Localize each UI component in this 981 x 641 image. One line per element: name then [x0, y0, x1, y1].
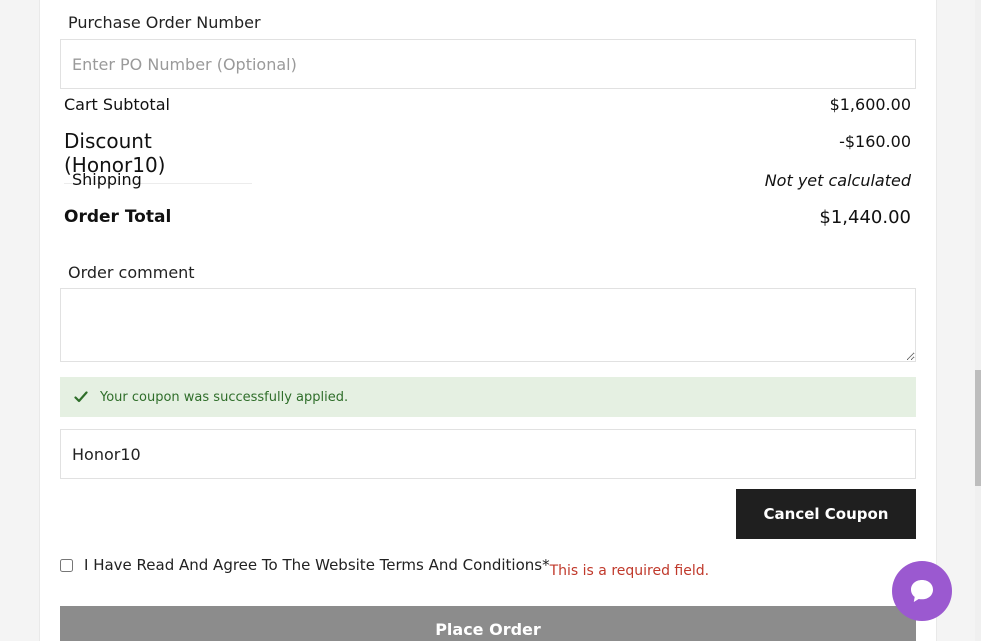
scrollbar-thumb[interactable]	[975, 370, 981, 486]
place-order-label: Place Order	[435, 620, 541, 639]
po-input[interactable]	[60, 39, 916, 89]
terms-label[interactable]: I Have Read And Agree To The Website Ter…	[84, 556, 542, 574]
terms-row: I Have Read And Agree To The Website Ter…	[60, 556, 709, 579]
terms-checkbox[interactable]	[60, 559, 73, 572]
order-total-label: Order Total	[64, 207, 172, 227]
chat-launcher-button[interactable]	[892, 561, 952, 621]
coupon-success-notice: Your coupon was successfully applied.	[60, 377, 916, 417]
order-comment-textarea[interactable]	[60, 288, 916, 362]
po-label: Purchase Order Number	[68, 13, 261, 32]
subtotal-value: $1,600.00	[829, 95, 911, 114]
shipping-value: Not yet calculated	[764, 171, 911, 190]
order-comment-label: Order comment	[68, 263, 195, 282]
discount-value: -$160.00	[839, 132, 911, 151]
cancel-coupon-button[interactable]: Cancel Coupon	[736, 489, 916, 539]
shipping-label: Shipping	[72, 170, 142, 189]
check-icon	[74, 391, 88, 403]
place-order-button[interactable]: Place Order	[60, 606, 916, 641]
page-scrollbar[interactable]	[975, 0, 981, 641]
required-mark: *	[542, 556, 550, 574]
subtotal-label: Cart Subtotal	[64, 95, 170, 114]
order-total-value: $1,440.00	[819, 207, 911, 228]
chat-bubble-icon	[911, 580, 933, 602]
terms-error-message: This is a required field.	[549, 563, 710, 579]
coupon-code-input[interactable]	[60, 429, 916, 479]
coupon-success-text: Your coupon was successfully applied.	[100, 389, 349, 405]
